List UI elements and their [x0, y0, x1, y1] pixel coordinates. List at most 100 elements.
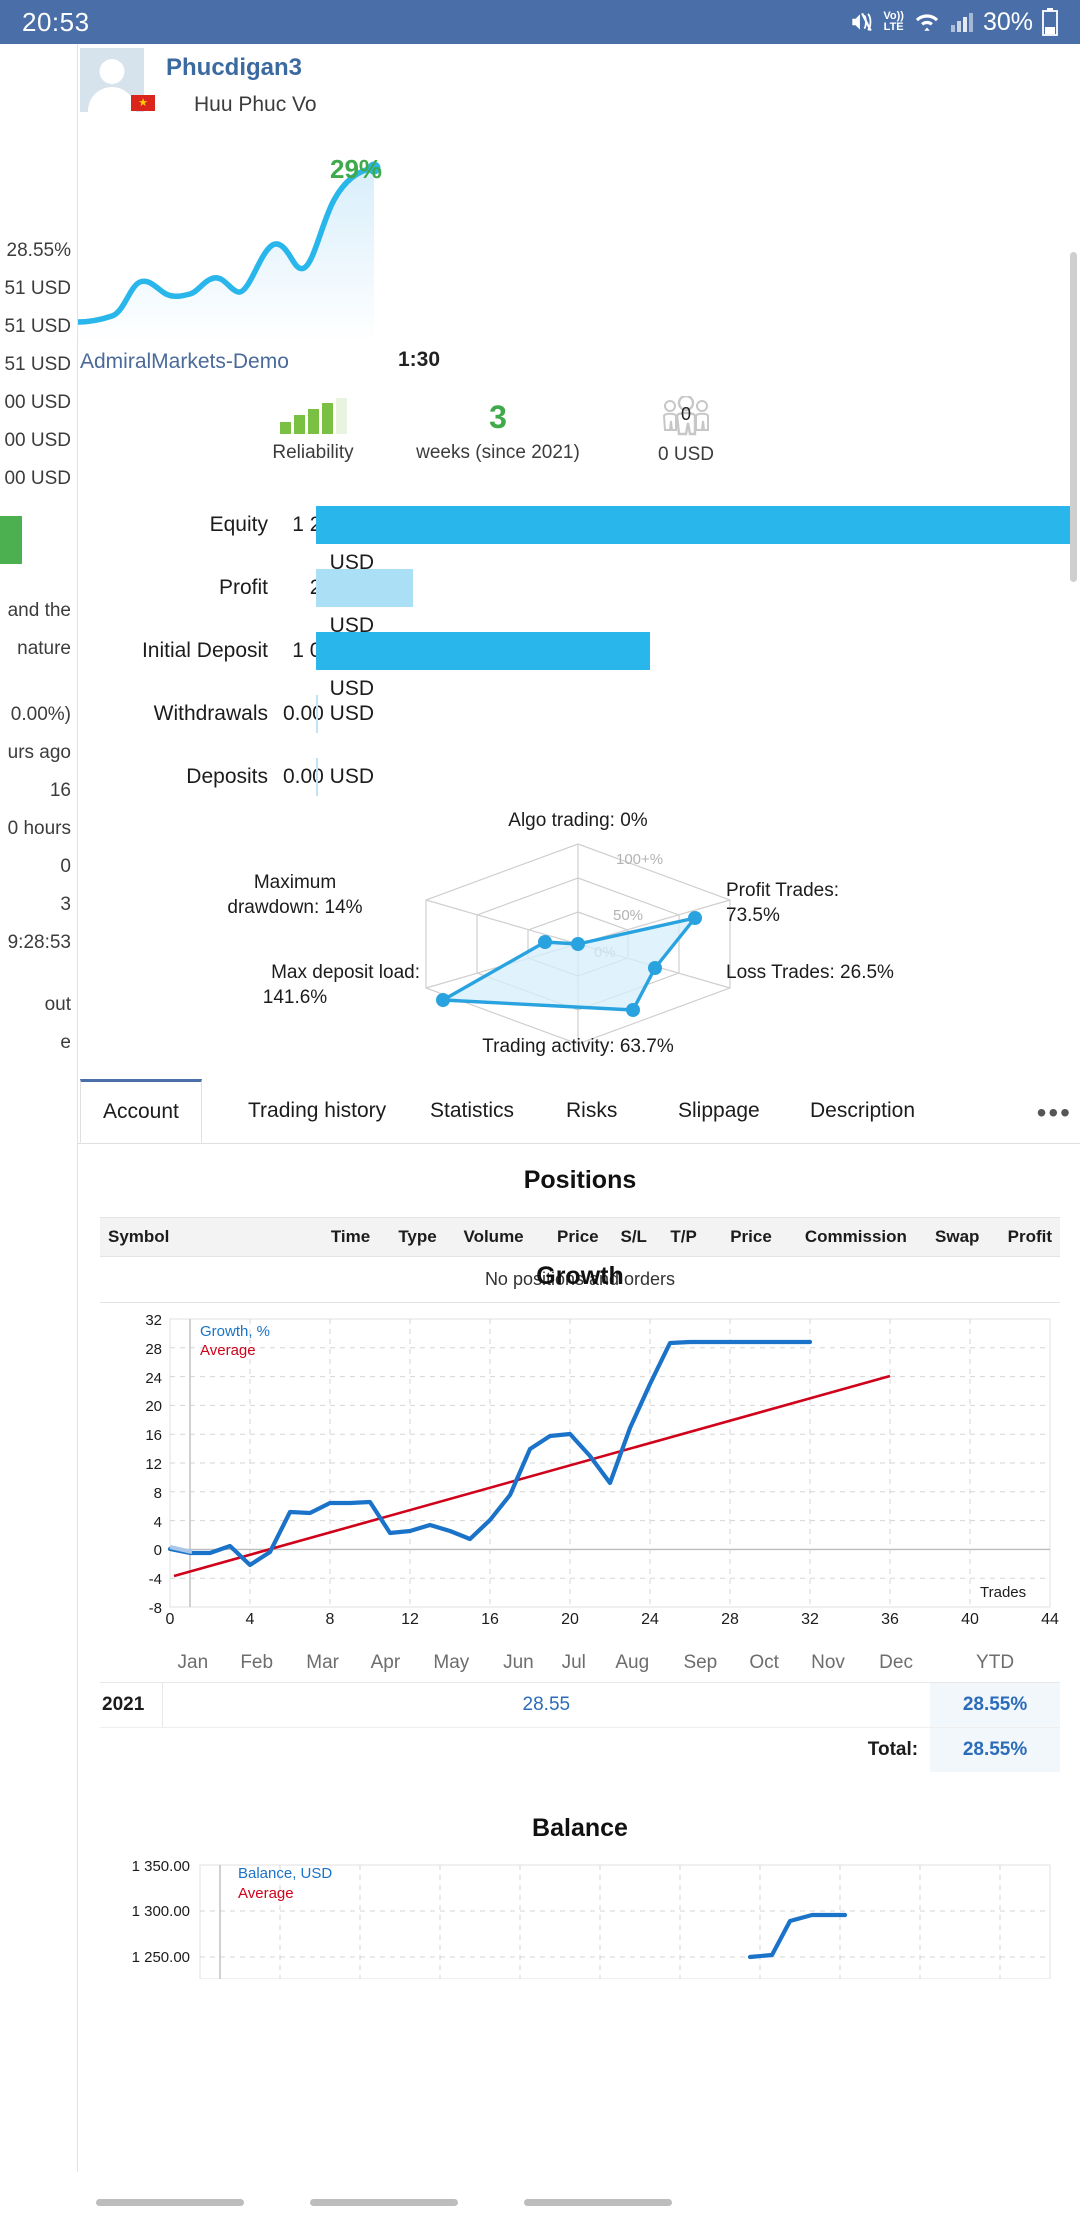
col-tp[interactable]: T/P — [654, 1217, 705, 1257]
growth-legend-average: Average — [200, 1342, 256, 1359]
month-header-sep: Sep — [666, 1644, 735, 1683]
finance-row-initial-deposit: Initial Deposit 1 000.00 USD — [78, 632, 1080, 700]
radar-label-line2: 141.6% — [262, 987, 328, 1008]
growth-xaxis-label: Trades — [980, 1584, 1027, 1601]
network-type-label: LTE — [883, 21, 904, 33]
leverage-value: 1:30 — [398, 348, 441, 371]
col-swap[interactable]: Swap — [914, 1217, 988, 1257]
growth-xtick: 20 — [561, 1611, 579, 1628]
monthly-row-2021: 2021 28.55 28.55% — [100, 1682, 1060, 1728]
radar-label-loss-trades: Loss Trades: 26.5% — [726, 962, 894, 983]
tab-statistics[interactable]: Statistics — [408, 1079, 536, 1143]
nav-recent-pill[interactable] — [524, 2199, 672, 2206]
vietnam-flag-icon: ★ — [131, 95, 155, 111]
col-price-open[interactable]: Price — [531, 1217, 607, 1257]
growth-ytick: 0 — [153, 1542, 162, 1559]
radar-label-maximum-drawdown: Maximum drawdown: 14% — [170, 870, 420, 920]
reliability-badge: Reliability — [248, 398, 378, 464]
peek-extra-3: 0 hours — [7, 818, 71, 839]
svg-text:50%: 50% — [613, 907, 643, 924]
growth-legend-series: Growth, % — [200, 1323, 271, 1340]
growth-xtick: 0 — [165, 1611, 175, 1628]
monthly-header-row: Jan Feb Mar Apr May Jun Jul Aug Sep Oct … — [100, 1644, 1060, 1683]
col-symbol[interactable]: Symbol — [100, 1217, 296, 1257]
col-commission[interactable]: Commission — [779, 1217, 915, 1257]
peek-value-2: 51 USD — [4, 316, 71, 337]
peek-green-badge — [0, 516, 22, 564]
month-header-jul: Jul — [549, 1644, 599, 1683]
finance-bar — [316, 506, 1076, 544]
growth-xtick: 40 — [961, 1611, 979, 1628]
col-volume[interactable]: Volume — [444, 1217, 532, 1257]
finance-label: Deposits — [186, 765, 268, 788]
radar-label-max-deposit-load: Max deposit load: 141.6% — [170, 960, 420, 1010]
growth-ytick: 8 — [153, 1485, 162, 1502]
peek-extra-6: 9:28:53 — [7, 932, 71, 953]
month-header-jun: Jun — [487, 1644, 550, 1683]
month-header-jan: Jan — [162, 1644, 224, 1683]
tabs-overflow-button[interactable]: ••• — [1037, 1097, 1072, 1129]
growth-ytick: -4 — [148, 1571, 162, 1588]
vertical-scrollbar[interactable] — [1070, 252, 1077, 582]
peek-extra-5: 3 — [60, 894, 71, 915]
balance-ytick: 1 300.00 — [131, 1903, 190, 1920]
finance-bar — [316, 632, 651, 670]
col-time[interactable]: Time — [295, 1217, 379, 1257]
radar-label-line1: Max deposit load: — [271, 962, 420, 983]
month-header-may: May — [415, 1644, 488, 1683]
tab-description[interactable]: Description — [788, 1079, 937, 1143]
peek-value-3: 51 USD — [4, 354, 71, 375]
balance-ytick: 1 350.00 — [131, 1859, 190, 1875]
profile-header[interactable]: ★ Phucdigan3 Huu Phuc Vo — [80, 48, 317, 117]
finance-bar — [316, 758, 318, 796]
growth-chart: 32 28 24 20 16 12 8 4 0 -4 -8 Growth, % … — [100, 1309, 1060, 1659]
tab-risks[interactable]: Risks — [544, 1079, 639, 1143]
monthly-ytd-value: 28.55% — [930, 1682, 1060, 1728]
tab-slippage[interactable]: Slippage — [656, 1079, 782, 1143]
weeks-label: weeks (since 2021) — [416, 442, 580, 463]
broker-server-link[interactable]: AdmiralMarkets-Demo — [80, 350, 289, 374]
tab-account[interactable]: Account — [80, 1079, 202, 1143]
col-sl[interactable]: S/L — [606, 1217, 655, 1257]
growth-xtick: 16 — [481, 1611, 499, 1628]
monthly-total-label: Total: — [867, 1739, 919, 1760]
balance-legend-series: Balance, USD — [238, 1865, 333, 1882]
balance-ytick: 1 250.00 — [131, 1949, 190, 1966]
finance-bar — [316, 695, 318, 733]
finance-label: Withdrawals — [153, 702, 268, 725]
col-price-cur[interactable]: Price — [704, 1217, 780, 1257]
peek-note-0: and the — [7, 600, 71, 621]
peek-value-0: 28.55% — [6, 240, 71, 261]
month-header-feb: Feb — [223, 1644, 290, 1683]
finance-summary: Equity 1 285.51 USD Profit 285.51 USD In… — [78, 506, 1080, 821]
profile-username[interactable]: Phucdigan3 — [166, 54, 317, 82]
signal-profile-card: ★ Phucdigan3 Huu Phuc Vo 29% AdmiralMark… — [75, 44, 1080, 2220]
col-profit[interactable]: Profit — [987, 1217, 1060, 1257]
growth-section: Growth 32 28 24 20 16 12 8 4 0 -4 -8 Gro… — [100, 1262, 1060, 1659]
finance-row-profit: Profit 285.51 USD — [78, 569, 1080, 637]
growth-xtick: 44 — [1041, 1611, 1059, 1628]
subscribers-count: 0 — [680, 404, 691, 424]
growth-xtick: 12 — [401, 1611, 419, 1628]
growth-xtick: 8 — [325, 1611, 335, 1628]
peek-value-6: 00 USD — [4, 468, 71, 489]
nav-back-pill[interactable] — [96, 2199, 244, 2206]
positions-header-row: Symbol Time Type Volume Price S/L T/P Pr… — [100, 1217, 1060, 1257]
col-type[interactable]: Type — [378, 1217, 445, 1257]
peek-value-5: 00 USD — [4, 430, 71, 451]
tab-trading-history[interactable]: Trading history — [226, 1079, 408, 1143]
finance-label: Profit — [218, 576, 268, 599]
system-navigation-bar — [0, 2172, 1080, 2220]
battery-percent-label: 30% — [982, 7, 1033, 36]
month-header-dec: Dec — [862, 1644, 931, 1683]
wifi-icon — [913, 10, 941, 34]
peek-extra-8: e — [60, 1032, 71, 1053]
radar-label-line2: drawdown: 14% — [227, 897, 363, 918]
nav-home-pill[interactable] — [310, 2199, 458, 2206]
growth-ytick: 12 — [145, 1456, 162, 1473]
peek-extra-2: 16 — [49, 780, 71, 801]
monthly-year-label: 2021 — [100, 1682, 163, 1728]
status-bar: 20:53 Vo)) LTE 30% — [0, 0, 1080, 44]
month-header-ytd: YTD — [930, 1644, 1060, 1683]
growth-ytick: 24 — [145, 1370, 162, 1387]
